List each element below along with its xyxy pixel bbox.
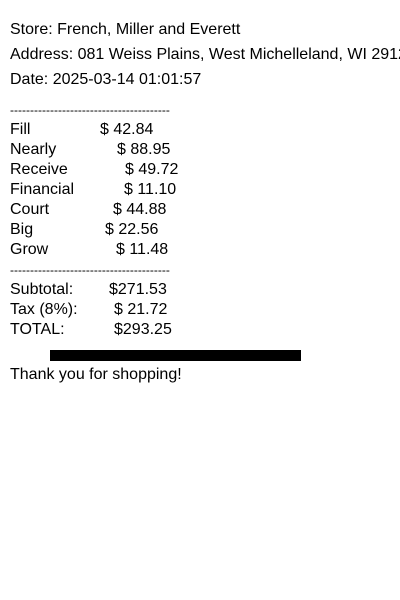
item-name: Court xyxy=(10,201,50,218)
tax-label: Tax (8%): xyxy=(10,301,78,318)
item-name: Grow xyxy=(10,241,49,258)
item-name: Financial xyxy=(10,181,75,198)
separator-bottom: ---------------------------------------- xyxy=(10,263,170,277)
item-price: $ 44.88 xyxy=(113,201,167,218)
store-address: Address: 081 Weiss Plains, West Michelle… xyxy=(10,46,400,63)
item-name: Receive xyxy=(10,161,68,178)
item-price: $ 11.48 xyxy=(116,241,169,258)
subtotal-value: $271.53 xyxy=(109,281,167,298)
item-name: Fill xyxy=(10,121,31,138)
item-price: $ 88.95 xyxy=(117,141,171,158)
item-price: $ 49.72 xyxy=(125,161,179,178)
item-price: $ 22.56 xyxy=(105,221,159,238)
separator-top: ---------------------------------------- xyxy=(10,103,170,117)
subtotal-label: Subtotal: xyxy=(10,281,74,298)
store-name: Store: French, Miller and Everett xyxy=(10,21,241,38)
tax-value: $ 21.72 xyxy=(114,301,168,318)
item-name: Big xyxy=(10,221,34,238)
item-name: Nearly xyxy=(10,141,57,158)
total-label: TOTAL: xyxy=(10,321,65,338)
barcode-bar xyxy=(50,350,301,361)
item-price: $ 42.84 xyxy=(100,121,154,138)
receipt-date: Date: 2025-03-14 01:01:57 xyxy=(10,71,202,88)
total-value: $293.25 xyxy=(114,321,172,338)
thank-you-message: Thank you for shopping! xyxy=(10,366,182,383)
item-price: $ 11.10 xyxy=(124,181,177,198)
